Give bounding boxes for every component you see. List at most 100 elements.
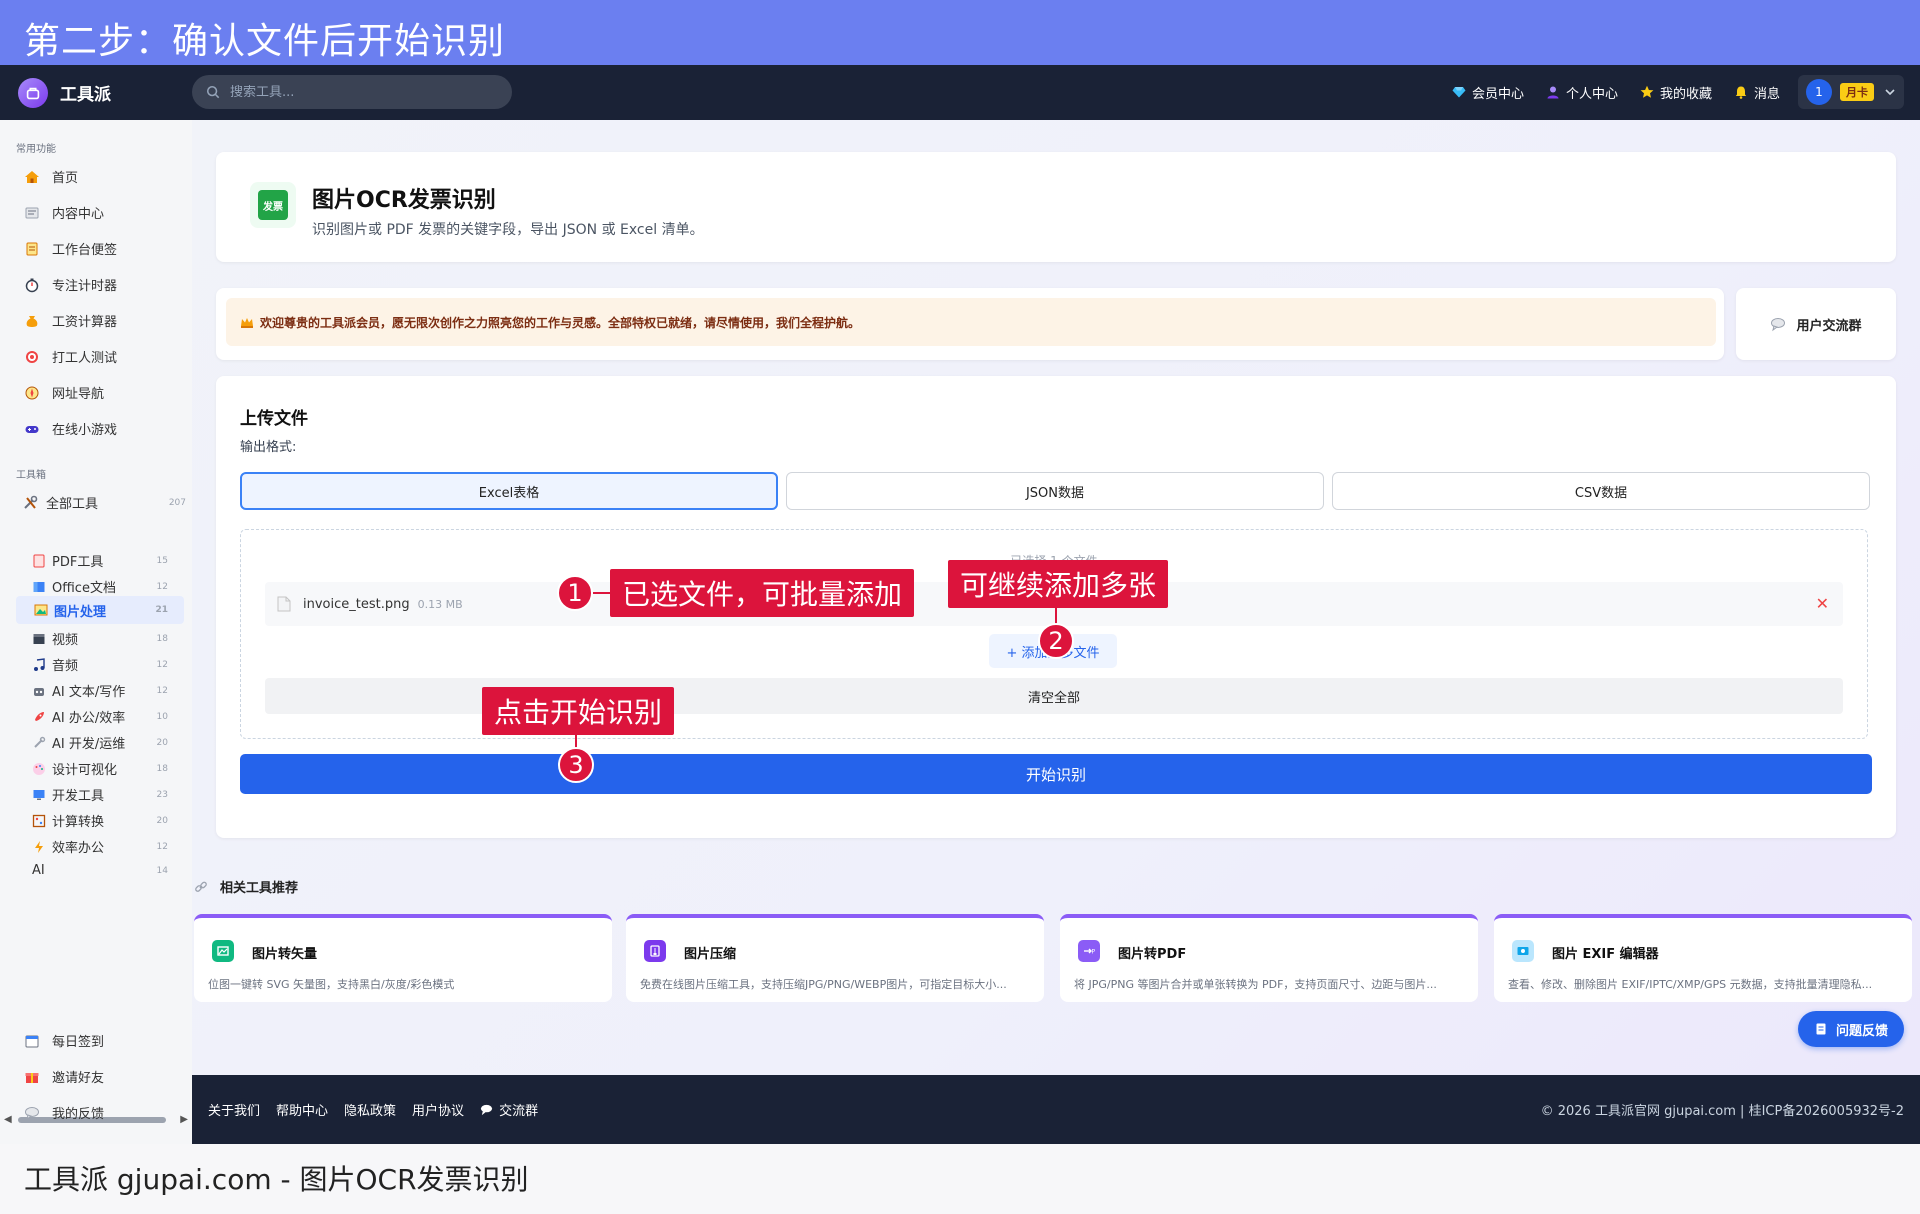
- sidebar-item-workbench-notes[interactable]: 工作台便签: [24, 239, 117, 258]
- annotation-connector-3: [575, 729, 577, 749]
- sidebar-category-label: PDF工具: [52, 555, 104, 570]
- search-box[interactable]: [192, 75, 512, 109]
- sidebar-category[interactable]: 音频 12: [32, 655, 168, 674]
- footer-link-help[interactable]: 帮助中心: [276, 1100, 328, 1119]
- search-input[interactable]: [230, 84, 490, 100]
- invoice-icon: 发票: [250, 182, 296, 228]
- sidebar-item-worker-test[interactable]: 打工人测试: [24, 347, 117, 366]
- related-card-vectorize[interactable]: 图片转矢量 位图一键转 SVG 矢量图，支持黑白/灰度/彩色模式: [194, 914, 612, 1002]
- category-count: 18: [156, 763, 168, 774]
- sidebar-category[interactable]: 开发工具 23: [32, 785, 168, 804]
- robot-icon: [32, 684, 46, 698]
- footer-link-privacy[interactable]: 隐私政策: [344, 1100, 396, 1119]
- sidebar-category-label: AI 开发/运维: [52, 737, 126, 752]
- nav-label: 消息: [1753, 86, 1780, 102]
- related-card-title: 图片压缩: [684, 947, 737, 962]
- scroll-right-icon[interactable]: ▶: [180, 1114, 188, 1125]
- page-description: 识别图片或 PDF 发票的关键字段，导出 JSON 或 Excel 清单。: [312, 222, 704, 238]
- tools-icon: [22, 495, 38, 511]
- sidebar-item-label: 工作台便签: [52, 243, 118, 258]
- clapper-icon: [32, 632, 46, 646]
- search-icon: [206, 85, 220, 99]
- photo-exif-icon: [1512, 940, 1534, 962]
- annotation-label-3: 点击开始识别: [482, 687, 675, 735]
- sidebar-category-label: 开发工具: [52, 789, 105, 804]
- sidebar-item-label: 工资计算器: [52, 315, 118, 330]
- sidebar-category[interactable]: 计算转换 20: [32, 811, 168, 830]
- footer-link-group[interactable]: 交流群: [480, 1100, 538, 1119]
- sidebar-category[interactable]: Office文档 12: [32, 577, 168, 596]
- sidebar-category[interactable]: 图片处理 21: [16, 596, 184, 624]
- music-icon: [32, 657, 46, 672]
- star-icon: [1640, 85, 1654, 99]
- annotation-connector-2: [1055, 603, 1057, 625]
- sidebar-category[interactable]: AI 文本/写作 12: [32, 681, 168, 700]
- format-json-button[interactable]: JSON数据: [786, 472, 1324, 510]
- sidebar-item-salary-calc[interactable]: 工资计算器: [24, 311, 117, 330]
- sidebar-category-label: 音频: [52, 659, 79, 674]
- sidebar-item-focus-timer[interactable]: 专注计时器: [24, 275, 117, 294]
- remove-file-icon[interactable]: ✕: [1816, 594, 1829, 613]
- sidebar-category-label: AI 文本/写作: [52, 685, 126, 700]
- sidebar-category-label: 视频: [52, 633, 79, 648]
- tool-header-card: 发票 图片OCR发票识别 识别图片或 PDF 发票的关键字段，导出 JSON 或…: [216, 152, 1896, 262]
- scroll-left-icon[interactable]: ◀: [4, 1114, 12, 1125]
- sidebar-section-toolbox: 工具箱: [16, 470, 46, 481]
- start-recognition-button[interactable]: 开始识别: [240, 754, 1872, 794]
- diamond-icon: [1452, 85, 1466, 99]
- user-group-label: 用户交流群: [1796, 318, 1862, 334]
- annotation-marker-3: 3: [558, 747, 594, 783]
- category-count: 10: [156, 711, 168, 722]
- sidebar-item-home[interactable]: 首页: [24, 167, 78, 186]
- lightning-icon: [32, 840, 46, 854]
- svg-text:P: P: [1092, 949, 1096, 956]
- sidebar-item-label: 网址导航: [52, 387, 105, 402]
- monitor-icon: [32, 788, 46, 802]
- annotation-label-2: 可继续添加多张: [948, 560, 1169, 608]
- related-card-desc: 查看、修改、删除图片 EXIF/IPTC/XMP/GPS 元数据，支持批量清理隐…: [1508, 978, 1873, 991]
- palette-icon: [32, 762, 46, 776]
- sidebar-item-content-center[interactable]: 内容中心: [24, 203, 104, 222]
- footer-link-about[interactable]: 关于我们: [208, 1100, 260, 1119]
- file-icon: [277, 596, 291, 612]
- nav-personal-center[interactable]: 个人中心: [1546, 83, 1618, 102]
- sidebar-category[interactable]: 设计可视化 18: [32, 759, 168, 778]
- image-icon: [34, 603, 48, 617]
- sidebar-item-online-games[interactable]: 在线小游戏: [24, 419, 117, 438]
- feedback-float-button[interactable]: 问题反馈: [1798, 1011, 1904, 1047]
- format-excel-button[interactable]: Excel表格: [240, 472, 778, 510]
- sidebar-category[interactable]: 效率办公 12: [32, 837, 168, 856]
- category-count: 15: [156, 555, 168, 566]
- sidebar-item-label: 每日签到: [52, 1035, 105, 1050]
- nav-favorites[interactable]: 我的收藏: [1640, 83, 1712, 102]
- footer-link-terms[interactable]: 用户协议: [412, 1100, 464, 1119]
- sidebar-category[interactable]: AI 开发/运维 20: [32, 733, 168, 752]
- sidebar-category[interactable]: AI 14: [32, 863, 168, 878]
- sidebar-item-url-nav[interactable]: 网址导航: [24, 383, 104, 402]
- sidebar-item-all-tools[interactable]: 全部工具 207: [22, 493, 186, 512]
- related-card-compress[interactable]: 图片压缩 免费在线图片压缩工具，支持压缩JPG/PNG/WEBP图片，可指定目标…: [626, 914, 1044, 1002]
- related-card-image-to-pdf[interactable]: P 图片转PDF 将 JPG/PNG 等图片合并或单张转换为 PDF，支持页面尺…: [1060, 914, 1478, 1002]
- sidebar-item-invite-friends[interactable]: 邀请好友: [24, 1067, 104, 1086]
- navbar-actions: 会员中心 个人中心 我的收藏 消息 1 月卡: [1430, 75, 1904, 109]
- sidebar-category[interactable]: PDF工具 15: [32, 551, 168, 570]
- tool-count: 207: [168, 497, 186, 508]
- site-logo[interactable]: 工具派: [18, 77, 111, 108]
- sidebar-category[interactable]: 视频 18: [32, 629, 168, 648]
- user-group-card[interactable]: 用户交流群: [1736, 288, 1896, 360]
- nav-membership-center[interactable]: 会员中心: [1452, 83, 1524, 102]
- sidebar-item-my-feedback[interactable]: 我的反馈: [24, 1103, 104, 1122]
- welcome-text: 欢迎尊贵的工具派会员，愿无限次创作之力照亮您的工作与灵感。全部特权已就绪，请尽情…: [260, 315, 861, 330]
- rocket-icon: [32, 710, 46, 724]
- sidebar-category[interactable]: AI 办公/效率 10: [32, 707, 168, 726]
- user-menu[interactable]: 1 月卡: [1798, 75, 1904, 109]
- annotation-label-1: 已选文件，可批量添加: [610, 569, 915, 617]
- crown-icon: [241, 318, 253, 328]
- user-group-button[interactable]: 用户交流群: [1736, 288, 1896, 360]
- related-card-exif-editor[interactable]: 图片 EXIF 编辑器 查看、修改、删除图片 EXIF/IPTC/XMP/GPS…: [1494, 914, 1912, 1002]
- format-csv-button[interactable]: CSV数据: [1332, 472, 1870, 510]
- sidebar-item-label: 邀请好友: [52, 1071, 105, 1086]
- sidebar-item-daily-checkin[interactable]: 每日签到: [24, 1031, 104, 1050]
- document-icon: [1816, 1023, 1826, 1035]
- nav-messages[interactable]: 消息: [1734, 83, 1780, 102]
